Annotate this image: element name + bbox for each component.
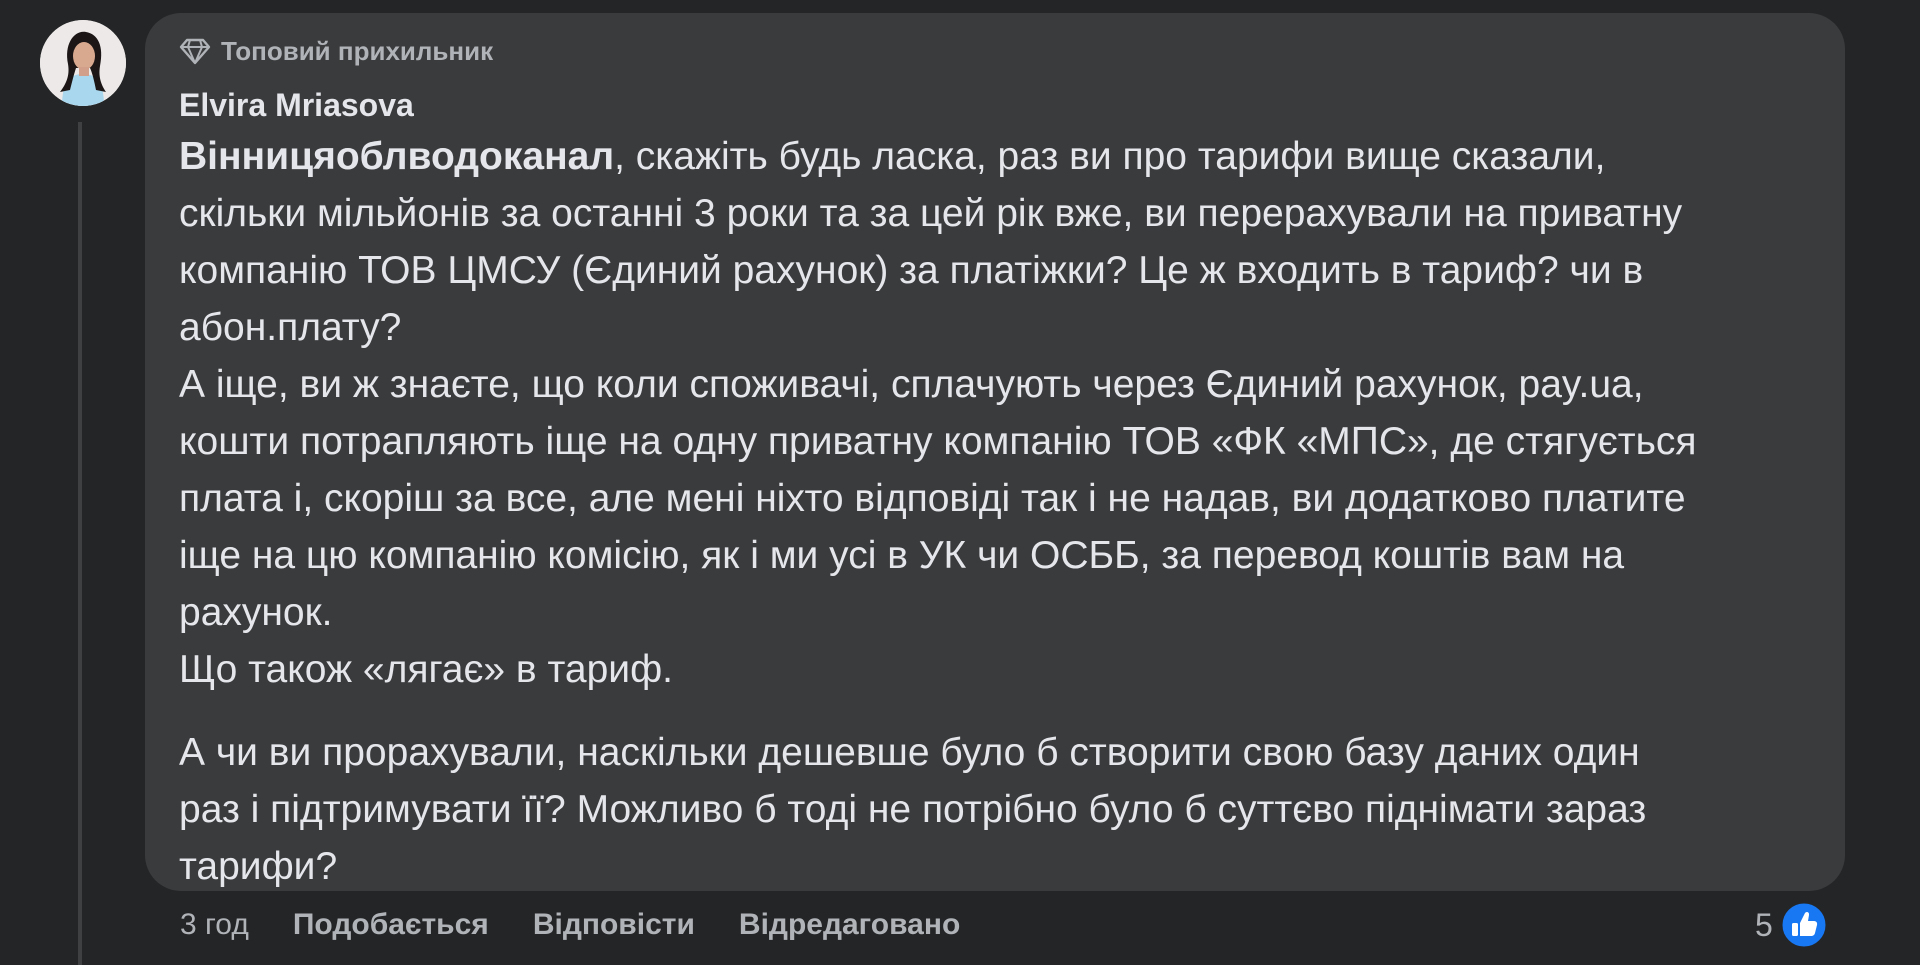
comment-line: раз і підтримувати її? Можливо б тоді не… <box>179 788 1647 831</box>
comment-line: плата і, скоріш за все, але мені ніхто в… <box>179 477 1686 520</box>
comment-text: Вінницяоблводоканал, скажіть будь ласка,… <box>179 128 1811 895</box>
comment-line: скільки мільйонів за останні 3 роки та з… <box>179 192 1683 235</box>
comment-line: Вінницяоблводоканал, скажіть будь ласка,… <box>179 135 1606 178</box>
badge-label: Топовий прихильник <box>221 35 494 66</box>
comment-line: тарифи? <box>179 845 338 888</box>
reaction-summary[interactable]: 5 <box>1755 899 1829 951</box>
thread-line <box>78 122 82 965</box>
comment-bubble: Топовий прихильник Elvira Mriasova Вінни… <box>145 13 1845 891</box>
reply-button[interactable]: Відповісти <box>533 908 695 942</box>
like-button[interactable]: Подобається <box>293 908 489 942</box>
avatar[interactable] <box>40 20 126 106</box>
top-fan-badge: Топовий прихильник <box>179 35 1811 67</box>
comment-line: А чи ви прорахували, наскільки дешевше б… <box>179 731 1640 774</box>
comment-thread: Топовий прихильник Elvira Mriasova Вінни… <box>0 0 1920 965</box>
avatar-image <box>40 20 126 106</box>
timestamp-link[interactable]: 3 год <box>180 908 249 942</box>
comment-line: А іще, ви ж знаєте, що коли споживачі, с… <box>179 363 1644 406</box>
comment-line: іще на цю компанію комісію, як і ми усі … <box>179 534 1625 577</box>
comment-actions: 3 год Подобається Відповісти Відредагова… <box>180 902 1004 948</box>
like-icon <box>1779 900 1829 950</box>
edited-label[interactable]: Відредаговано <box>739 908 960 942</box>
comment-line: компанію ТОВ ЦМСУ (Єдиний рахунок) за пл… <box>179 249 1644 292</box>
mention-link[interactable]: Вінницяоблводоканал <box>179 135 614 178</box>
comment-line: Що також «лягає» в тариф. <box>179 648 673 691</box>
comment-line: кошти потрапляють іще на одну приватну к… <box>179 420 1697 463</box>
comment-line: абон.плату? <box>179 306 402 349</box>
comment-line: рахунок. <box>179 591 333 634</box>
reaction-count: 5 <box>1755 906 1773 943</box>
diamond-icon <box>179 37 211 65</box>
author-name[interactable]: Elvira Mriasova <box>179 85 1811 125</box>
